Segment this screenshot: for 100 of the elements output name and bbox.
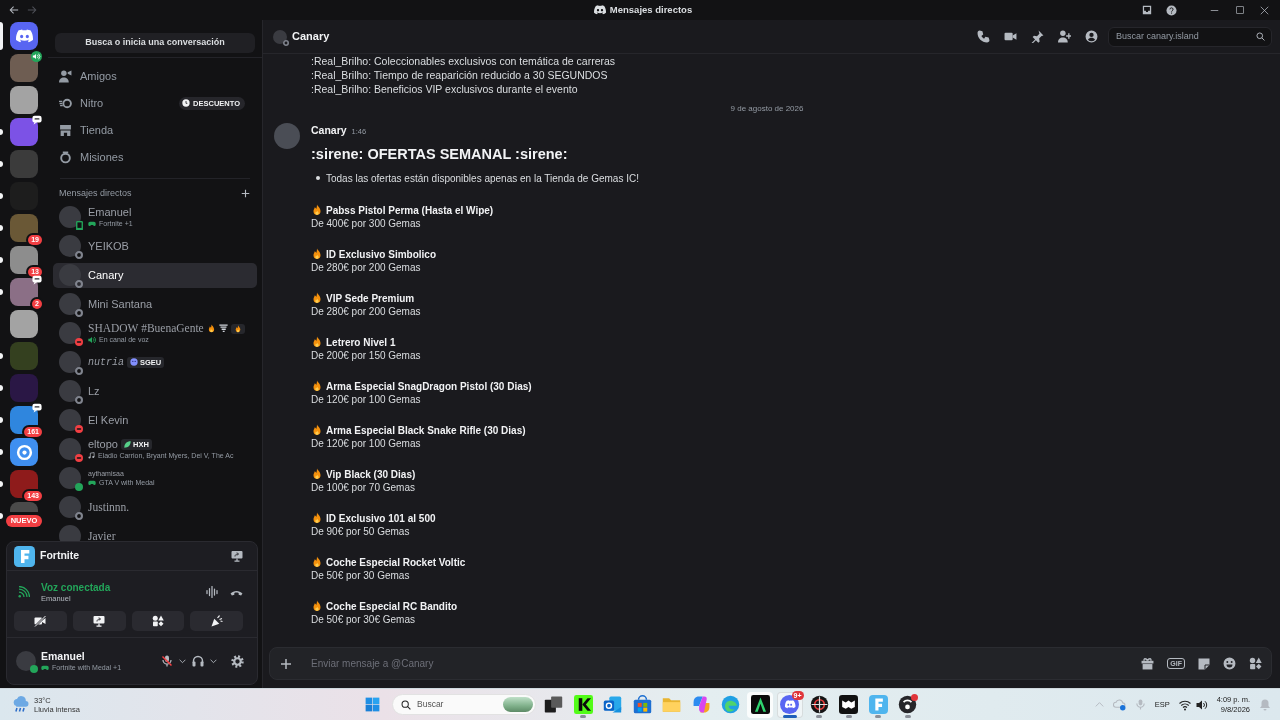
server-icon[interactable] (10, 214, 38, 242)
nav-item[interactable]: Amigos (53, 62, 257, 90)
mic-icon (1134, 699, 1146, 710)
dm-item[interactable]: Canary (53, 262, 257, 288)
mic-muted-icon[interactable] (161, 655, 173, 667)
inbox-icon (1141, 5, 1152, 15)
bullet-icon (316, 176, 320, 180)
sound-wave-icon (206, 586, 218, 598)
screen-share-icon (93, 615, 106, 627)
contact-name: YEIKOB (88, 239, 129, 253)
taskbar-app-button[interactable] (747, 691, 773, 718)
game-name: Fortnite (40, 548, 80, 564)
caret-icon (210, 657, 217, 665)
smiley-icon (1223, 657, 1236, 670)
offer-price: De 100€ por 70 Gemas (311, 481, 416, 495)
settings-icon (231, 654, 244, 668)
window-stack-icon (544, 695, 563, 714)
voice-status: Voz conectada (41, 580, 111, 594)
offer-title: ID Exclusivo 101 al 500 (326, 511, 436, 526)
server-icon[interactable] (10, 246, 38, 274)
sticker-button[interactable] (1198, 657, 1210, 670)
search-input[interactable]: Buscar (417, 698, 497, 711)
contact-name: SHADOW #BuenaGente (88, 322, 204, 336)
close-icon (1260, 5, 1269, 15)
camera-off-button[interactable] (14, 611, 67, 631)
dm-item[interactable]: Mini Santana (53, 291, 257, 317)
apps-button[interactable] (1249, 657, 1262, 670)
home-button[interactable] (10, 22, 38, 50)
gift-button[interactable] (1141, 657, 1155, 670)
leaf-icon (124, 441, 131, 449)
maximize-icon (1235, 6, 1244, 14)
server-icon[interactable] (10, 278, 38, 306)
nav-item[interactable]: Tienda (53, 116, 257, 144)
headphones-button[interactable] (192, 655, 204, 667)
dm-item[interactable]: El Kevin (53, 407, 257, 433)
screen-share-button[interactable] (72, 611, 126, 631)
add-friend-button[interactable] (1058, 30, 1071, 43)
video-button[interactable] (1004, 30, 1017, 43)
search-field[interactable]: Buscar canary.island (1108, 26, 1272, 47)
back-arrow-icon (9, 5, 19, 15)
audio-options-button[interactable] (210, 657, 217, 665)
emoji-button[interactable] (1223, 657, 1236, 670)
swirl-icon (691, 695, 711, 714)
search-input[interactable]: Buscar canary.island (1116, 29, 1256, 44)
dm-item[interactable]: Lz (53, 378, 257, 404)
screen-button[interactable] (231, 550, 243, 562)
contact-name: Canary (88, 268, 124, 282)
message-field[interactable]: Enviar mensaje a @Canary (311, 655, 1128, 672)
call-button[interactable] (977, 30, 990, 43)
offer-price: De 280€ por 200 Gemas (311, 305, 422, 319)
server-icon[interactable] (10, 310, 38, 338)
cloud-button[interactable] (1112, 698, 1126, 711)
cloud-icon (1112, 698, 1126, 711)
soundboard-button[interactable] (190, 611, 243, 631)
user-name: Emanuel (41, 650, 86, 663)
avatar (59, 322, 81, 345)
avatar (59, 235, 81, 258)
offer-title: Vip Black (30 Dias) (326, 467, 416, 482)
dm-item[interactable]: YEIKOB (53, 233, 257, 259)
shopping-bag-icon (632, 695, 652, 714)
party-popper-icon (210, 615, 223, 627)
flame-icon (311, 336, 323, 348)
search-button[interactable]: Busca o inicia una conversación (55, 32, 255, 53)
pins-button[interactable] (1031, 30, 1044, 43)
chevron-up-icon (1094, 700, 1104, 709)
server-icon[interactable] (10, 86, 38, 114)
pin-icon (1031, 30, 1044, 43)
four-squares-icon (365, 697, 380, 712)
server-icon[interactable] (10, 470, 38, 498)
message-text: :Real_Brilho: Coleccionables exclusivos con temática de carreras (311, 54, 617, 68)
music-note-icon (88, 452, 95, 460)
avatar (59, 496, 81, 519)
activities-button[interactable] (131, 611, 185, 631)
speed-ring-icon (59, 96, 72, 110)
message-heading: :sirene: OFERTAS SEMANAL :sirene: (311, 145, 569, 164)
author-name[interactable]: Canary (311, 123, 347, 137)
server-icon[interactable] (10, 118, 38, 146)
flame-icon (311, 204, 323, 216)
help-icon (1166, 4, 1177, 16)
date-divider: 9 de agosto de 2026 (730, 103, 804, 115)
mic-options-button[interactable] (179, 657, 186, 665)
noise-button[interactable] (206, 586, 218, 598)
avatar (59, 264, 81, 287)
timer-icon (182, 99, 191, 108)
offer-title: VIP Sede Premium (326, 291, 415, 306)
offer-title: ID Exclusivo Simbolico (326, 247, 437, 262)
rain-cloud-icon (12, 696, 29, 713)
back-button[interactable] (9, 5, 19, 15)
nav-item[interactable]: Misiones (53, 143, 257, 171)
profile-button[interactable] (1085, 30, 1098, 43)
server-icon[interactable] (10, 54, 38, 82)
attach-button[interactable] (280, 657, 292, 670)
server-icon[interactable] (10, 438, 38, 466)
add-dm-button[interactable] (241, 189, 250, 199)
app-tile-icon (573, 695, 593, 714)
taskbar-search-field[interactable]: Buscar (392, 694, 536, 715)
dm-item[interactable]: Justinnn. (53, 494, 257, 520)
offer-title: Pabss Pistol Perma (Hasta el Wipe) (326, 203, 494, 218)
game-tile-icon (14, 545, 35, 567)
settings-button[interactable] (231, 654, 244, 668)
